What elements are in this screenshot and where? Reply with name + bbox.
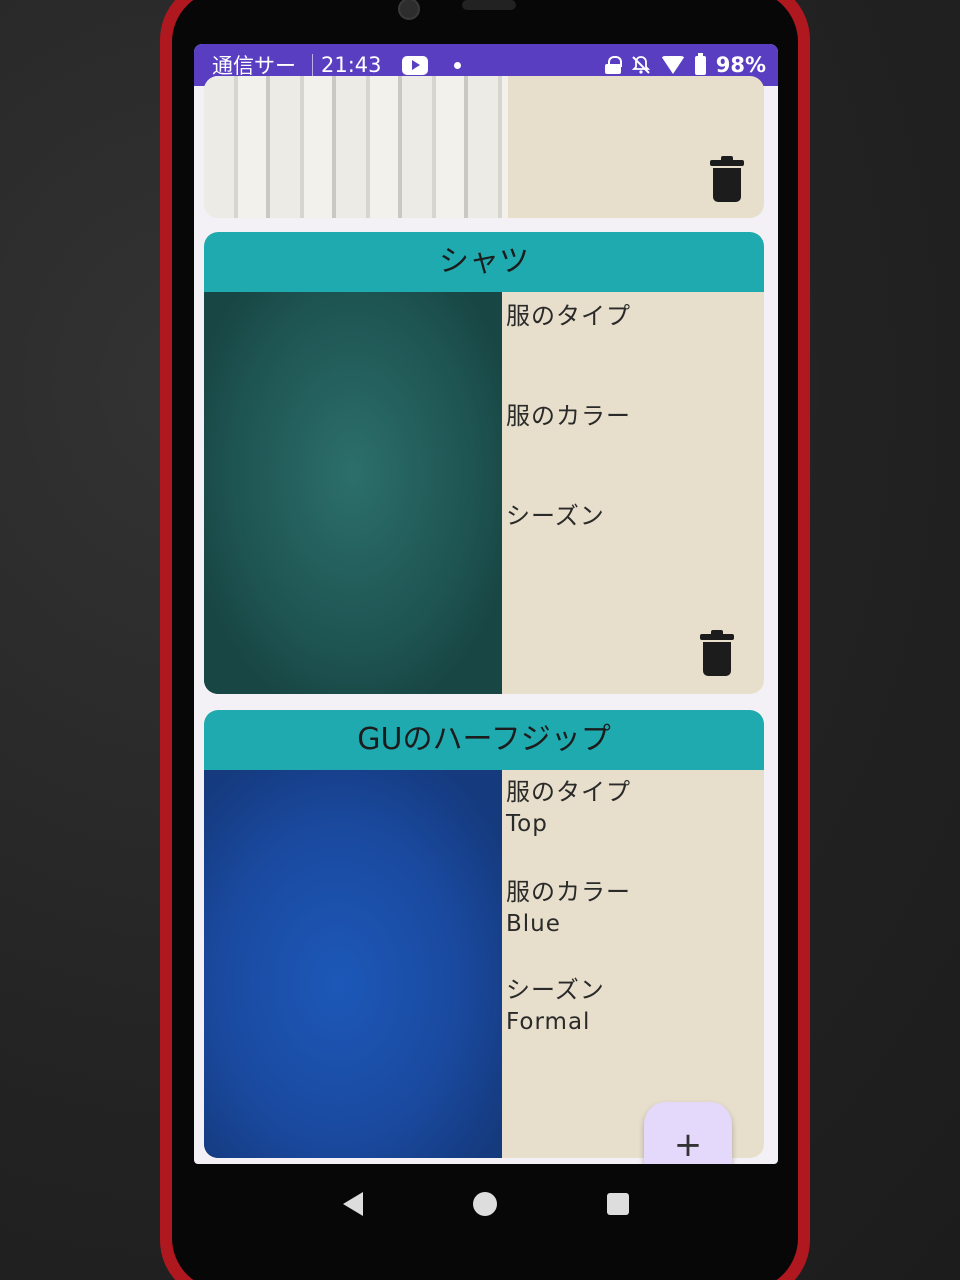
delete-trash-icon[interactable] (700, 630, 734, 676)
field-season: シーズン (506, 496, 605, 535)
earpiece (462, 0, 516, 10)
delete-trash-icon[interactable] (710, 156, 744, 202)
phone-screen: 通信サー 21:43 98% シャツ 服のタイプ 服のカラー シーズン GUのハ… (194, 44, 778, 1164)
back-icon[interactable] (343, 1192, 363, 1216)
field-label: 服のカラー (506, 402, 631, 430)
wifi-icon (660, 56, 685, 74)
field-label: 服のカラー (506, 878, 631, 906)
field-season: シーズン Formal (506, 970, 605, 1035)
clothes-card-half-zip[interactable]: GUのハーフジップ 服のタイプ Top 服のカラー Blue シーズン Form… (204, 710, 764, 1158)
field-color: 服のカラー (506, 396, 631, 435)
battery-percent: 98% (715, 53, 766, 77)
battery-icon (694, 52, 706, 75)
clothes-card[interactable] (204, 76, 764, 218)
clock: 21:43 (321, 53, 382, 77)
recents-icon[interactable] (607, 1193, 629, 1215)
card-info: 服のタイプ Top 服のカラー Blue シーズン Formal (506, 770, 756, 1158)
home-icon[interactable] (473, 1192, 497, 1216)
field-type: 服のタイプ Top (506, 772, 631, 837)
dot-icon (453, 61, 461, 69)
status-separator (312, 54, 313, 76)
blue-half-zip-photo[interactable] (204, 770, 502, 1158)
youtube-icon (401, 55, 428, 75)
field-label: シーズン (506, 502, 605, 530)
field-color: 服のカラー Blue (506, 872, 631, 937)
clothes-card-shirt[interactable]: シャツ 服のタイプ 服のカラー シーズン (204, 232, 764, 694)
field-value: Blue (506, 911, 561, 937)
field-label: 服のタイプ (506, 302, 631, 330)
status-icons: 98% (604, 52, 766, 77)
card-title: GUのハーフジップ (204, 710, 764, 770)
field-type: 服のタイプ (506, 296, 631, 335)
field-value: Formal (506, 1009, 591, 1035)
bell-off-icon (631, 56, 650, 74)
add-clothes-button[interactable]: + (644, 1102, 732, 1164)
navigation-bar (194, 1164, 778, 1244)
clothes-list[interactable]: シャツ 服のタイプ 服のカラー シーズン GUのハーフジップ 服のタイプ Top… (194, 76, 778, 1164)
card-title: シャツ (204, 232, 764, 292)
field-value: Top (506, 811, 548, 837)
green-sweatshirt-photo[interactable] (204, 292, 502, 694)
field-label: シーズン (506, 976, 605, 1004)
field-label: 服のタイプ (506, 778, 631, 806)
lock-icon (604, 56, 622, 74)
white-clothes-photo[interactable] (204, 76, 508, 218)
